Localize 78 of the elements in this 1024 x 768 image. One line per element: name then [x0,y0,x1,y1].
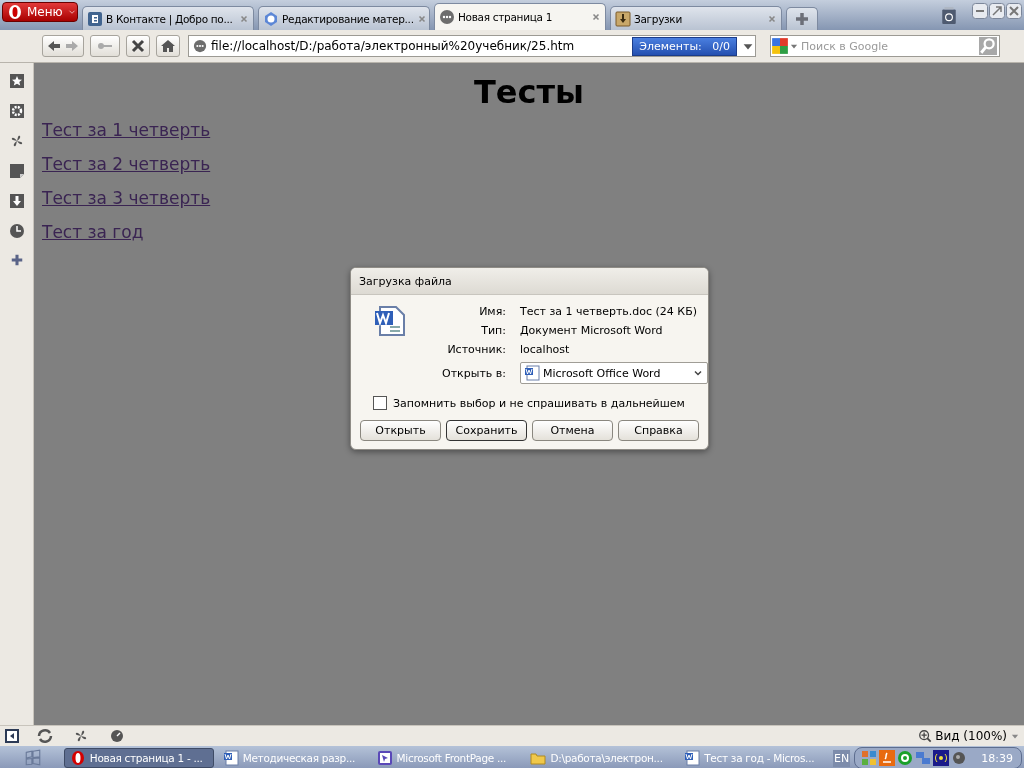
address-bar[interactable]: file://localhost/D:/работа/электронный%20учебник/25.htm Элементы: 0/0 [188,35,756,57]
document-icon [684,750,701,766]
page-icon [439,9,455,25]
test-link[interactable]: Тест за год [42,221,144,243]
close-icon [130,38,146,54]
back-arrow-icon [46,38,62,54]
search-engine-icon [771,37,789,55]
office-icon [861,750,878,766]
checkbox-label: Запомнить выбор и не спрашивать в дальнейшем [393,396,685,410]
clock-icon [8,223,25,239]
speaker-icon [951,750,968,766]
plus-icon [9,253,24,267]
folder-icon [530,750,547,766]
open-with-dropdown[interactable]: Microsoft Office Word [520,362,708,384]
close-icon [591,12,601,22]
download-icon [8,193,25,209]
menu-button[interactable]: Меню [2,2,78,22]
gear-icon [8,103,25,119]
taskbar-item[interactable]: Новая страница 1 - ... [63,748,214,768]
field-value: Документ Microsoft Word [520,324,664,337]
note-icon [8,163,25,179]
opera-logo-icon [7,4,23,20]
dialog-title: Загрузка файла [359,274,452,288]
field-label: Открыть в: [441,366,506,380]
new-tab-button[interactable] [786,7,818,30]
dialog-button[interactable]: Открыть [360,420,441,441]
url-text: file://localhost/D:/работа/электронный%20учебник/25.htm [211,39,576,53]
test-link[interactable]: Тест за 1 четверть [42,119,211,141]
cms-logo-icon [263,10,279,27]
wireless-icon [933,750,950,766]
dialog-button[interactable]: Справка [618,420,699,441]
frontpage-icon [376,750,393,766]
close-icon [239,13,249,24]
back-forward-buttons[interactable] [42,35,84,57]
java-icon [879,750,896,766]
page-heading: Тесты [473,73,585,111]
test-link[interactable]: Тест за 2 четверть [42,153,211,175]
close-icon [767,13,777,24]
field-label: Источник: [446,343,506,356]
browser-tab[interactable]: В Контакте | Добро по... [82,6,254,30]
elements-badge[interactable]: Элементы: 0/0 [632,36,737,56]
dialog-button[interactable]: Отмена [532,420,613,441]
network-icon [915,750,932,766]
field-label: Тип: [480,324,506,337]
search-box[interactable]: Поиск в Google [770,35,1000,57]
page-icon [193,39,207,53]
browser-tab[interactable]: Редактирование матер... [258,6,430,30]
stop-button[interactable] [126,35,150,57]
document-icon [374,305,406,337]
document-icon [222,750,239,766]
browser-tab[interactable]: Загрузки [610,6,782,30]
bookmarks-icon [8,73,25,89]
plus-icon [794,11,810,27]
remember-checkbox[interactable] [373,396,387,410]
download-icon [615,10,631,27]
field-value: localhost [520,343,571,356]
panel-toggle-icon [4,728,20,744]
home-button[interactable] [156,35,180,57]
zoom-icon [918,729,933,743]
field-value: Тест за 1 четверть.doc (24 КБ) [520,305,698,318]
close-icon [416,13,427,24]
language-indicator[interactable]: EN [833,749,851,767]
start-icon [24,749,42,767]
home-icon [160,38,176,54]
restore-icon [989,3,1005,19]
browser-tab[interactable]: Новая страница 1 [434,3,606,30]
forward-arrow-icon [64,38,80,54]
zoom-control[interactable]: Вид (100%) [918,729,1020,743]
search-icon [977,37,999,55]
vk-logo-icon [87,10,103,27]
minimize-icon [972,3,988,19]
dialog-button[interactable]: Сохранить [446,420,527,441]
clock: 18:39 [981,751,1013,765]
document-icon [524,365,540,381]
opera-icon [69,750,86,766]
test-link[interactable]: Тест за 3 четверть [42,187,211,209]
close-icon [1006,3,1022,19]
field-label: Имя: [478,305,506,318]
